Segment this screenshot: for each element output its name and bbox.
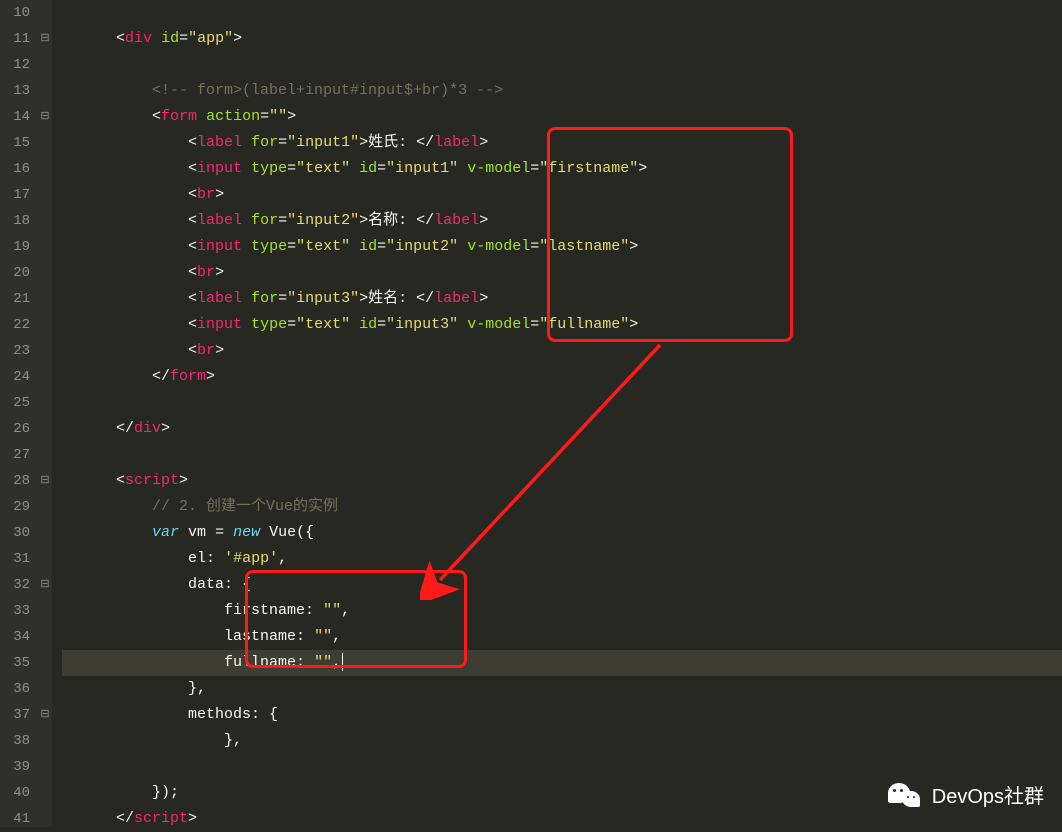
code-line[interactable]: </form> [62,364,1062,390]
fold-icon[interactable]: ⊟ [38,572,52,598]
line-number: 10 [4,0,30,26]
fold-icon[interactable]: ⊟ [38,468,52,494]
code-line[interactable]: <input type="text" id="input3" v-model="… [62,312,1062,338]
line-number: 38 [4,728,30,754]
code-line[interactable] [62,754,1062,780]
line-number: 18 [4,208,30,234]
code-line[interactable]: <!-- form>(label+input#input$+br)*3 --> [62,78,1062,104]
line-number: 32 [4,572,30,598]
code-line[interactable] [62,0,1062,26]
code-line[interactable]: }, [62,676,1062,702]
code-line[interactable]: </div> [62,416,1062,442]
line-number: 13 [4,78,30,104]
line-number-gutter: 10 11 12 13 14 15 16 17 18 19 20 21 22 2… [0,0,38,827]
line-number: 29 [4,494,30,520]
code-line[interactable]: methods: { [62,702,1062,728]
code-line[interactable] [62,390,1062,416]
line-number: 14 [4,104,30,130]
line-number: 37 [4,702,30,728]
code-line[interactable]: <label for="input2">名称: </label> [62,208,1062,234]
watermark: DevOps社群 [888,780,1044,809]
line-number: 20 [4,260,30,286]
code-line[interactable]: lastname: "", [62,624,1062,650]
line-number: 15 [4,130,30,156]
line-number: 30 [4,520,30,546]
code-line[interactable]: <br> [62,338,1062,364]
code-line[interactable]: firstname: "", [62,598,1062,624]
code-area[interactable]: <div id="app"> <!-- form>(label+input#in… [52,0,1062,827]
line-number: 11 [4,26,30,52]
code-line[interactable] [62,442,1062,468]
line-number: 27 [4,442,30,468]
line-number: 31 [4,546,30,572]
line-number: 33 [4,598,30,624]
code-line[interactable]: data: { [62,572,1062,598]
line-number: 23 [4,338,30,364]
wechat-icon [888,781,922,809]
code-line[interactable]: <input type="text" id="input2" v-model="… [62,234,1062,260]
fold-icon[interactable]: ⊟ [38,26,52,52]
watermark-text: DevOps社群 [932,780,1044,809]
code-line[interactable]: <br> [62,260,1062,286]
code-line[interactable]: <label for="input3">姓名: </label> [62,286,1062,312]
code-line[interactable]: <input type="text" id="input1" v-model="… [62,156,1062,182]
line-number: 41 [4,806,30,832]
code-line[interactable]: <label for="input1">姓氏: </label> [62,130,1062,156]
line-number: 17 [4,182,30,208]
code-line[interactable] [62,52,1062,78]
code-line[interactable]: <script> [62,468,1062,494]
fold-icon[interactable]: ⊟ [38,104,52,130]
line-number: 16 [4,156,30,182]
code-editor[interactable]: 10 11 12 13 14 15 16 17 18 19 20 21 22 2… [0,0,1062,827]
code-line[interactable]: var vm = new Vue({ [62,520,1062,546]
code-line[interactable]: <form action=""> [62,104,1062,130]
line-number: 24 [4,364,30,390]
text-caret [342,653,343,671]
line-number: 40 [4,780,30,806]
code-line[interactable]: // 2. 创建一个Vue的实例 [62,494,1062,520]
line-number: 25 [4,390,30,416]
fold-gutter: ⊟ ⊟ ⊟ ⊟ ⊟ [38,0,52,827]
line-number: 39 [4,754,30,780]
line-number: 35 [4,650,30,676]
code-line[interactable]: <div id="app"> [62,26,1062,52]
line-number: 22 [4,312,30,338]
line-number: 34 [4,624,30,650]
code-line[interactable]: <br> [62,182,1062,208]
code-line[interactable]: }, [62,728,1062,754]
fold-icon[interactable]: ⊟ [38,702,52,728]
code-line[interactable]: el: '#app', [62,546,1062,572]
line-number: 36 [4,676,30,702]
code-line-current[interactable]: fullname: "", [62,650,1062,676]
line-number: 21 [4,286,30,312]
line-number: 19 [4,234,30,260]
line-number: 12 [4,52,30,78]
code-line[interactable]: </script> [62,806,1062,832]
line-number: 28 [4,468,30,494]
line-number: 26 [4,416,30,442]
